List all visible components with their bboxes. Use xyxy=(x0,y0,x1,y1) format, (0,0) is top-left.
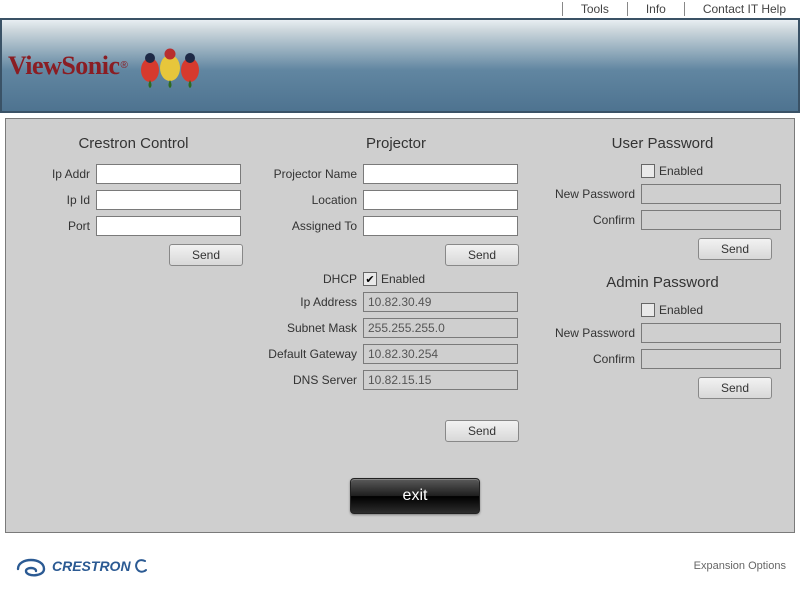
ip-addr-label: Ip Addr xyxy=(16,167,96,181)
default-gateway-label: Default Gateway xyxy=(251,347,363,361)
projector-send-button-2[interactable]: Send xyxy=(445,420,519,442)
admin-password-enabled-checkbox[interactable]: Enabled xyxy=(641,303,703,317)
dns-server-input xyxy=(363,370,518,390)
ip-addr-input[interactable] xyxy=(96,164,241,184)
projector-send-button-1[interactable]: Send xyxy=(445,244,519,266)
port-input[interactable] xyxy=(96,216,241,236)
user-confirm-label: Confirm xyxy=(541,213,641,227)
location-input[interactable] xyxy=(363,190,518,210)
checkbox-empty-icon xyxy=(641,303,655,317)
admin-confirm-label: Confirm xyxy=(541,352,641,366)
projector-name-label: Projector Name xyxy=(251,167,363,181)
dns-server-label: DNS Server xyxy=(251,373,363,387)
main-panel: Crestron Control Ip Addr Ip Id Port Send… xyxy=(5,118,795,533)
viewsonic-wordmark: ViewSonic xyxy=(8,51,120,81)
user-new-password-input[interactable] xyxy=(641,184,781,204)
location-label: Location xyxy=(251,193,363,207)
assigned-to-label: Assigned To xyxy=(251,219,363,233)
crestron-e-icon xyxy=(133,557,147,575)
crestron-title: Crestron Control xyxy=(16,135,251,152)
admin-new-password-input[interactable] xyxy=(641,323,781,343)
check-icon: ✔ xyxy=(363,272,377,286)
ip-address-input xyxy=(363,292,518,312)
user-password-enabled-checkbox[interactable]: Enabled xyxy=(641,164,703,178)
subnet-mask-input xyxy=(363,318,518,338)
admin-new-password-label: New Password xyxy=(541,326,641,340)
user-password-title: User Password xyxy=(541,135,784,152)
user-password-send-button[interactable]: Send xyxy=(698,238,772,260)
dhcp-enabled-checkbox[interactable]: ✔ Enabled xyxy=(363,272,425,286)
viewsonic-logo: ViewSonic® xyxy=(8,40,210,91)
footer: CRESTRON Expansion Options xyxy=(0,538,800,594)
projector-title: Projector xyxy=(251,135,541,152)
ip-address-label: Ip Address xyxy=(251,295,363,309)
expansion-options-link[interactable]: Expansion Options xyxy=(694,560,786,572)
user-new-password-label: New Password xyxy=(541,187,641,201)
viewsonic-birds-icon xyxy=(132,40,210,91)
subnet-mask-label: Subnet Mask xyxy=(251,321,363,335)
passwords-section: User Password Enabled New Password Confi… xyxy=(541,135,784,514)
user-password-enabled-text: Enabled xyxy=(659,164,703,178)
default-gateway-input xyxy=(363,344,518,364)
projector-name-input[interactable] xyxy=(363,164,518,184)
nav-tools[interactable]: Tools xyxy=(571,2,619,16)
assigned-to-input[interactable] xyxy=(363,216,518,236)
brand-banner: ViewSonic® xyxy=(0,18,800,113)
crestron-logo: CRESTRON xyxy=(14,553,149,579)
checkbox-empty-icon xyxy=(641,164,655,178)
top-nav: Tools Info Contact IT Help xyxy=(0,0,800,18)
crestron-text: CRESTRON xyxy=(52,558,131,574)
dhcp-enabled-text: Enabled xyxy=(381,272,425,286)
nav-info[interactable]: Info xyxy=(636,2,676,16)
dhcp-label: DHCP xyxy=(251,272,363,286)
ip-id-label: Ip Id xyxy=(16,193,96,207)
crestron-send-button[interactable]: Send xyxy=(169,244,243,266)
crestron-control-section: Crestron Control Ip Addr Ip Id Port Send xyxy=(16,135,251,514)
nav-contact-it-help[interactable]: Contact IT Help xyxy=(693,2,796,16)
admin-password-send-button[interactable]: Send xyxy=(698,377,772,399)
crestron-swirl-icon xyxy=(14,553,48,579)
ip-id-input[interactable] xyxy=(96,190,241,210)
projector-section: Projector Projector Name Location Assign… xyxy=(251,135,541,514)
user-confirm-input[interactable] xyxy=(641,210,781,230)
port-label: Port xyxy=(16,219,96,233)
exit-button[interactable]: exit xyxy=(350,478,480,514)
admin-password-enabled-text: Enabled xyxy=(659,303,703,317)
admin-confirm-input[interactable] xyxy=(641,349,781,369)
admin-password-title: Admin Password xyxy=(541,274,784,291)
